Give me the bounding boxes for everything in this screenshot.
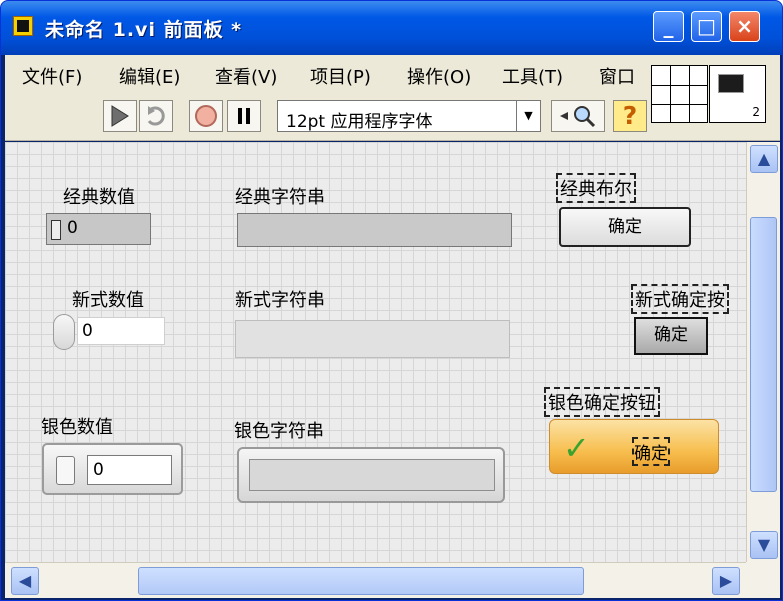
silver-numeric-control[interactable]: 0 [42, 443, 183, 495]
checkmark-icon: ✓ [563, 429, 590, 467]
classic-numeric-label: 经典数值 [63, 187, 135, 208]
labview-app-icon[interactable] [13, 16, 33, 36]
silver-numeric-label: 银色数值 [41, 417, 113, 438]
menu-view[interactable]: 查看(V) [215, 63, 277, 89]
silver-ok-label: 银色确定按钮 [544, 387, 660, 417]
menu-edit[interactable]: 编辑(E) [119, 63, 180, 89]
classic-numeric-control[interactable]: 0 [46, 213, 151, 245]
menu-operate[interactable]: 操作(O) [407, 63, 471, 89]
title-bar[interactable]: 未命名 1.vi 前面板 * _ □ × [1, 1, 782, 55]
abort-button[interactable] [189, 100, 223, 132]
modern-ok-button[interactable]: 确定 [634, 317, 708, 355]
silver-string-label: 银色字符串 [234, 421, 324, 442]
close-button[interactable]: × [729, 11, 760, 42]
horizontal-scrollbar[interactable]: ◀ ▶ [5, 562, 746, 598]
font-select[interactable]: 12pt 应用程序字体 ▼ [277, 100, 541, 132]
silver-spin-icon[interactable] [56, 456, 75, 485]
chevron-down-icon[interactable]: ▼ [516, 101, 540, 131]
resize-grip-icon[interactable] [746, 562, 780, 598]
modern-string-control[interactable] [235, 320, 510, 358]
classic-boolean-label: 经典布尔 [556, 173, 636, 203]
scroll-up-icon[interactable]: ▲ [750, 145, 778, 173]
search-button[interactable] [551, 100, 605, 132]
menu-file[interactable]: 文件(F) [22, 63, 82, 89]
spin-buttons-icon[interactable] [53, 314, 75, 350]
minimize-button[interactable]: _ [653, 11, 684, 42]
scroll-left-icon[interactable]: ◀ [11, 567, 39, 595]
run-button[interactable] [103, 100, 137, 132]
labview-window: 未命名 1.vi 前面板 * _ □ × 文件(F) 编辑(E) 查看(V) 项… [0, 0, 783, 601]
window-title: 未命名 1.vi 前面板 * [45, 19, 243, 41]
modern-numeric-control[interactable]: 0 [53, 313, 165, 351]
vi-icon[interactable]: 2 [709, 65, 766, 123]
menu-tools[interactable]: 工具(T) [502, 63, 563, 89]
modern-string-label: 新式字符串 [235, 290, 325, 311]
increment-decrement-icon[interactable] [51, 220, 61, 240]
silver-string-control[interactable] [237, 447, 505, 503]
classic-string-control[interactable] [237, 213, 512, 247]
classic-boolean-button[interactable]: 确定 [559, 207, 691, 247]
modern-ok-label: 新式确定按 [631, 284, 729, 314]
modern-numeric-label: 新式数值 [72, 290, 144, 311]
maximize-button[interactable]: □ [691, 11, 722, 42]
scroll-down-icon[interactable]: ▼ [750, 531, 778, 559]
silver-ok-button[interactable]: ✓ 确定 [549, 419, 719, 474]
help-icon[interactable]: ? [613, 100, 647, 132]
vertical-scrollbar[interactable]: ▲ ▼ [746, 142, 780, 562]
scroll-right-icon[interactable]: ▶ [712, 567, 740, 595]
horizontal-scroll-thumb[interactable] [138, 567, 584, 595]
vertical-scroll-thumb[interactable] [750, 217, 777, 492]
connector-pane-icon[interactable] [651, 65, 708, 123]
pause-button[interactable] [227, 100, 261, 132]
classic-string-label: 经典字符串 [235, 187, 325, 208]
run-continuously-icon[interactable] [139, 100, 173, 132]
menu-window[interactable]: 窗口 [599, 63, 635, 89]
menu-project[interactable]: 项目(P) [310, 63, 371, 89]
